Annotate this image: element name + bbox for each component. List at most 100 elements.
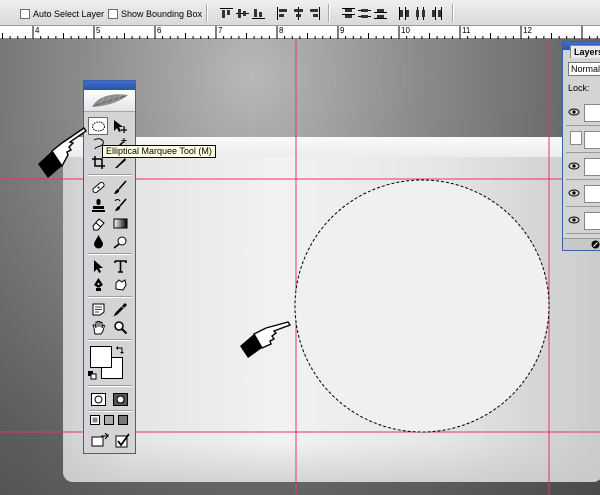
options-bar: Auto Select Layer Show Bounding Box — [0, 0, 600, 26]
checkbox-box[interactable] — [108, 8, 118, 19]
hand-icon — [91, 320, 105, 334]
standard-mode-button[interactable] — [88, 390, 108, 408]
full-screen-mode-icon[interactable] — [118, 415, 128, 425]
dodge-tool[interactable] — [110, 232, 130, 250]
move-tool[interactable] — [110, 117, 130, 135]
distribute-left-icon[interactable] — [398, 7, 411, 20]
distribute-horizontal-centers-icon[interactable] — [414, 7, 427, 20]
layer-row[interactable] — [566, 127, 600, 153]
layer-row[interactable] — [566, 208, 600, 234]
align-horizontal-centers-icon[interactable] — [292, 7, 305, 20]
healing-brush-tool[interactable] — [88, 178, 108, 196]
toolbox-title-bar[interactable] — [84, 81, 135, 90]
notes-tool[interactable] — [88, 300, 108, 318]
stamp-icon — [91, 198, 105, 212]
toolbox-separator — [88, 410, 132, 411]
align-left-edges-icon[interactable] — [276, 7, 289, 20]
layer-visibility-box[interactable] — [570, 131, 582, 145]
history-brush-tool[interactable] — [110, 196, 130, 214]
layers-tab[interactable]: Layers — [570, 45, 600, 58]
dodge-icon — [113, 236, 126, 249]
foreground-color-swatch[interactable] — [90, 346, 112, 368]
type-tool[interactable] — [110, 257, 130, 275]
clone-stamp-tool[interactable] — [88, 196, 108, 214]
link-layers-icon[interactable] — [591, 240, 600, 249]
custom-shape-icon — [115, 278, 127, 291]
magnifier-icon — [113, 320, 127, 334]
jump-to-imageready-icon — [91, 432, 109, 446]
blend-mode-select[interactable]: Normal — [568, 62, 600, 76]
distribute-right-icon[interactable] — [430, 7, 443, 20]
note-icon — [92, 303, 104, 315]
check-arrow-icon — [115, 432, 130, 447]
distribute-vertical-centers-icon[interactable] — [358, 7, 371, 20]
align-top-edges-icon[interactable] — [220, 7, 233, 20]
eye-icon[interactable] — [568, 215, 580, 225]
quick-mask-icon — [112, 392, 128, 406]
path-selection-arrow-icon — [93, 259, 103, 273]
ruler-label: 8 — [279, 26, 284, 35]
layers-footer — [563, 238, 600, 250]
eraser-tool[interactable] — [88, 214, 108, 232]
auto-select-layer-label: Auto Select Layer — [33, 8, 105, 19]
zoom-tool[interactable] — [110, 318, 130, 336]
ruler-ticks — [2, 26, 598, 39]
layer-row[interactable] — [566, 154, 600, 180]
ruler-label: 5 — [96, 26, 101, 35]
pointing-hand-icon — [38, 127, 87, 178]
pen-nib-icon — [93, 277, 103, 291]
layer-thumbnail — [584, 104, 600, 122]
ruler-label: 6 — [157, 26, 162, 35]
align-right-edges-icon[interactable] — [308, 7, 321, 20]
paintbrush-icon — [113, 179, 127, 194]
show-bounding-box-checkbox[interactable]: Show Bounding Box — [108, 7, 202, 20]
blur-tool[interactable] — [88, 232, 108, 250]
layer-thumbnail — [584, 158, 600, 176]
toolbox-separator — [88, 253, 132, 254]
checkbox-box[interactable] — [20, 8, 30, 19]
brush-tool[interactable] — [110, 178, 130, 196]
options-separator — [328, 4, 329, 22]
options-separator — [452, 4, 453, 22]
edit-in-imageready-button[interactable] — [112, 431, 132, 449]
align-vertical-centers-icon[interactable] — [236, 7, 249, 20]
type-t-icon — [113, 259, 127, 273]
elliptical-marquee-icon — [91, 121, 105, 131]
custom-shape-tool[interactable] — [110, 275, 130, 293]
full-screen-menu-mode-icon[interactable] — [104, 415, 114, 425]
auto-select-layer-checkbox[interactable]: Auto Select Layer — [20, 7, 104, 20]
swap-colors-icon[interactable] — [116, 345, 125, 354]
eye-icon[interactable] — [568, 107, 580, 117]
toolbox-logo[interactable] — [84, 90, 135, 112]
gradient-icon — [113, 218, 127, 228]
path-selection-tool[interactable] — [88, 257, 108, 275]
toolbox-separator — [88, 339, 132, 340]
layer-thumbnail — [584, 131, 600, 149]
align-bottom-edges-icon[interactable] — [252, 7, 265, 20]
ruler-label: 7 — [218, 26, 223, 35]
default-colors-icon[interactable] — [88, 371, 97, 380]
layer-thumbnail — [584, 212, 600, 230]
standard-screen-mode-icon[interactable] — [90, 415, 100, 425]
eye-icon[interactable] — [568, 188, 580, 198]
elliptical-selection[interactable] — [294, 179, 550, 433]
toolbox-separator — [88, 174, 132, 175]
bandage-icon — [91, 181, 105, 193]
pointing-hand-icon — [240, 321, 292, 358]
layer-row[interactable] — [566, 181, 600, 207]
history-brush-icon — [114, 197, 127, 211]
pen-tool[interactable] — [88, 275, 108, 293]
toolbox-separator — [88, 385, 132, 386]
jump-to-imageready-button[interactable] — [88, 431, 112, 449]
hand-tool[interactable] — [88, 318, 108, 336]
gradient-tool[interactable] — [110, 214, 130, 232]
ruler-label: 11 — [462, 26, 471, 35]
distribute-bottom-icon[interactable] — [374, 7, 387, 20]
lock-label: Lock: — [568, 83, 590, 93]
layer-row[interactable] — [566, 100, 600, 126]
eyedropper-tool[interactable] — [110, 300, 130, 318]
quick-mask-mode-button[interactable] — [110, 390, 130, 408]
layers-panel: Layers Normal Lock: — [562, 41, 600, 251]
distribute-top-icon[interactable] — [342, 7, 355, 20]
eye-icon[interactable] — [568, 161, 580, 171]
